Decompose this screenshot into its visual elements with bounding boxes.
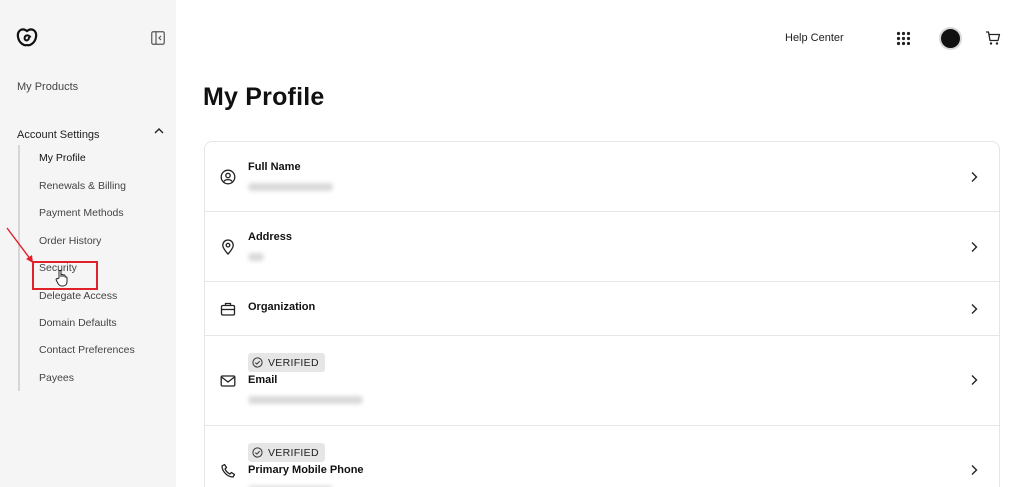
profile-row-full-name[interactable]: Full Name [205,142,999,212]
sidebar-item-delegate-access[interactable]: Delegate Access [39,290,117,302]
phone-icon [221,463,236,478]
avatar[interactable] [939,27,962,50]
email-label: Email [248,374,278,386]
verified-badge: VERIFIED [248,353,325,372]
sidebar-item-order-history[interactable]: Order History [39,235,101,247]
email-value-redacted [248,396,363,404]
annotation-arrow-icon [6,227,33,263]
user-circle-icon [220,169,236,185]
check-circle-icon [252,447,263,458]
nav-account-settings[interactable]: Account Settings [17,125,167,141]
sidebar-item-payees[interactable]: Payees [39,372,74,384]
profile-row-address[interactable]: Address [205,212,999,282]
address-label: Address [248,231,293,243]
hand-cursor-icon [55,269,68,287]
apps-grid-icon[interactable] [896,31,911,46]
primary-mobile-phone-label: Primary Mobile Phone [248,464,364,476]
chevron-right-icon[interactable] [969,303,979,315]
chevron-up-icon[interactable] [153,125,165,137]
profile-row-email[interactable]: VERIFIED Email [205,336,999,426]
organization-label: Organization [248,301,316,313]
chevron-right-icon[interactable] [969,171,979,183]
nav-my-products[interactable]: My Products [17,81,78,93]
subnav-divider [18,145,20,391]
verified-badge-label: VERIFIED [268,356,319,369]
verified-badge-label: VERIFIED [268,446,319,459]
briefcase-icon [220,302,236,316]
cart-icon[interactable] [985,30,1001,46]
sidebar-item-renewals-billing[interactable]: Renewals & Billing [39,180,126,192]
chevron-right-icon[interactable] [969,241,979,253]
account-settings-label: Account Settings [17,129,100,141]
full-name-value-redacted [248,183,333,191]
address-value-redacted [248,253,264,261]
mail-icon [220,375,236,387]
sidebar-item-my-profile[interactable]: My Profile [39,152,86,164]
profile-row-primary-mobile-phone[interactable]: VERIFIED Primary Mobile Phone [205,426,999,487]
profile-card: Full Name Address Organization VERIFIED … [204,141,1000,487]
chevron-right-icon[interactable] [969,464,979,476]
godaddy-logo-icon[interactable] [16,28,38,48]
sidebar-item-payment-methods[interactable]: Payment Methods [39,207,124,219]
sidebar-item-contact-preferences[interactable]: Contact Preferences [39,344,135,356]
check-circle-icon [252,357,263,368]
full-name-label: Full Name [248,161,301,173]
profile-row-organization[interactable]: Organization [205,282,999,336]
verified-badge: VERIFIED [248,443,325,462]
chevron-right-icon[interactable] [969,374,979,386]
sidebar-item-domain-defaults[interactable]: Domain Defaults [39,317,117,329]
location-pin-icon [222,239,234,255]
collapse-sidebar-icon[interactable] [151,31,165,45]
page-title: My Profile [203,83,325,111]
help-center-link[interactable]: Help Center [785,32,844,44]
